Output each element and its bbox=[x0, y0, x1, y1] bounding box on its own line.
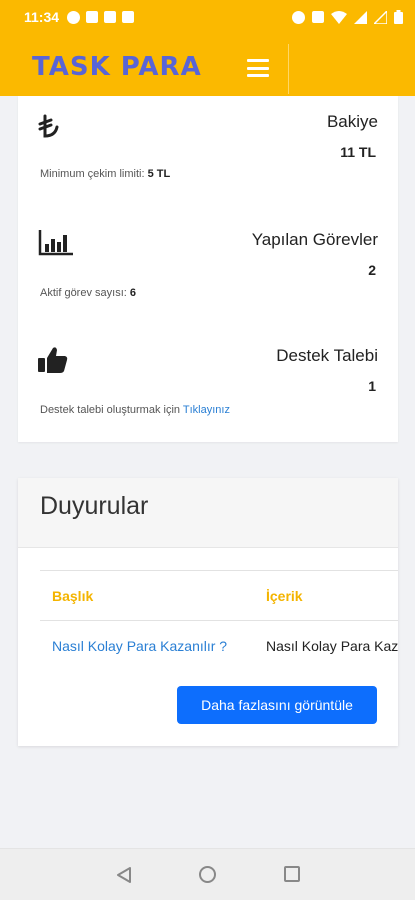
balance-title: Bakiye bbox=[326, 112, 378, 131]
signal-icon bbox=[354, 10, 367, 24]
logo[interactable]: TASK PARA bbox=[32, 52, 202, 82]
table-header-row: Başlık İçerik bbox=[40, 571, 398, 621]
volte-icon bbox=[312, 11, 324, 23]
support-value: 1 bbox=[368, 378, 376, 394]
status-bar: 11:34 bbox=[0, 0, 415, 34]
support-link[interactable]: Tıklayınız bbox=[183, 404, 230, 416]
thumbs-up-icon bbox=[38, 347, 68, 373]
column-header-content: İçerik bbox=[266, 587, 303, 604]
support-note: Destek talebi oluşturmak için Tıklayınız bbox=[40, 404, 230, 416]
back-icon[interactable] bbox=[116, 866, 132, 884]
announcements-header: Duyurular bbox=[18, 478, 398, 548]
balance-note: Minimum çekim limiti: 5 TL bbox=[40, 168, 171, 180]
announcement-content: Nasıl Kolay Para Kazanılır bbox=[266, 638, 398, 654]
announcements-title: Duyurular bbox=[40, 492, 149, 520]
system-nav-bar bbox=[0, 848, 415, 900]
stats-card: Bakiye 11 TL Minimum çekim limiti: 5 TL … bbox=[18, 96, 398, 442]
support-title: Destek Talebi bbox=[276, 346, 378, 365]
lira-icon bbox=[38, 114, 59, 138]
alarm-icon bbox=[292, 10, 305, 24]
tasks-value: 2 bbox=[368, 262, 376, 278]
column-header-title: Başlık bbox=[52, 587, 94, 604]
recent-apps-icon[interactable] bbox=[284, 866, 300, 882]
announcements-table: Başlık İçerik Nasıl Kolay Para Kazanılır… bbox=[40, 570, 398, 671]
facebook-icon bbox=[67, 10, 81, 24]
news-icon bbox=[86, 11, 99, 23]
app-header: TASK PARA bbox=[0, 34, 415, 96]
table-row[interactable]: Nasıl Kolay Para Kazanılır ? Nasıl Kolay… bbox=[40, 621, 398, 671]
dollar-icon bbox=[104, 11, 117, 23]
announcement-link[interactable]: Nasıl Kolay Para Kazanılır ? bbox=[40, 638, 254, 654]
tasks-title: Yapılan Görevler bbox=[251, 230, 378, 249]
signal-empty-icon bbox=[374, 10, 387, 24]
tasks-note: Aktif görev sayısı: 6 bbox=[40, 287, 136, 299]
dollar-icon bbox=[122, 11, 135, 23]
view-more-button[interactable]: Daha fazlasını görüntüle bbox=[177, 686, 377, 724]
hamburger-menu-icon[interactable] bbox=[247, 59, 269, 77]
balance-value: 11 TL bbox=[340, 144, 376, 160]
wifi-icon bbox=[331, 10, 347, 24]
bar-chart-icon bbox=[38, 230, 73, 256]
announcements-card: Duyurular Başlık İçerik Nasıl Kolay Para… bbox=[18, 478, 398, 746]
status-time: 11:34 bbox=[24, 9, 60, 25]
home-icon[interactable] bbox=[199, 866, 216, 883]
header-divider bbox=[288, 44, 289, 94]
battery-icon bbox=[394, 10, 403, 24]
